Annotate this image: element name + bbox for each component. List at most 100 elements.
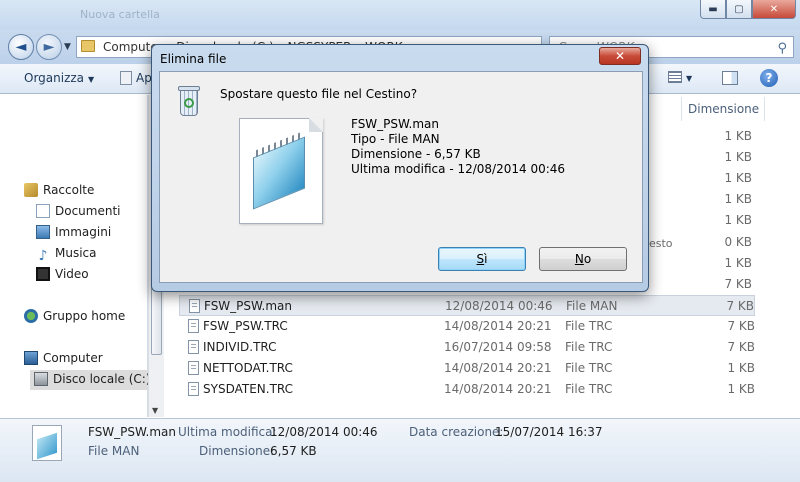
yes-label-rest: ì <box>484 252 488 266</box>
dialog-file-size: Dimensione - 6,57 KB <box>351 147 481 161</box>
file-size: 7 KB <box>727 340 755 354</box>
file-size-cell: 7 KB <box>724 277 752 291</box>
table-row[interactable]: FSW_PSW.man 12/08/2014 00:46 File MAN 7 … <box>179 295 755 316</box>
file-size-cell: 1 KB <box>724 256 752 270</box>
dialog-title: Elimina file <box>160 52 227 66</box>
documents-icon <box>36 204 50 218</box>
views-icon <box>668 71 682 83</box>
back-button[interactable]: ◄ <box>8 34 34 60</box>
no-mnemonic: N <box>574 252 584 266</box>
delete-file-dialog: Elimina file ✕ Spostare questo file nel … <box>151 44 649 292</box>
music-note-icon: ♪ <box>38 248 48 264</box>
file-type: File TRC <box>565 340 613 354</box>
file-size-cell: 0 KB <box>724 235 752 249</box>
yes-button[interactable]: Sì <box>438 247 526 271</box>
sidebar-item-label: Gruppo home <box>43 309 126 323</box>
file-size: 7 KB <box>726 299 754 313</box>
dialog-close-button[interactable]: ✕ <box>599 47 641 65</box>
file-icon <box>188 319 199 333</box>
dialog-body: Spostare questo file nel Cestino? FSW_PS… <box>159 71 643 283</box>
sidebar-item-libraries[interactable]: Raccolte <box>24 181 94 201</box>
file-size: 1 KB <box>727 361 755 375</box>
sidebar-item-documents[interactable]: Documenti <box>36 202 121 222</box>
file-name: FSW_PSW.TRC <box>203 319 288 333</box>
chevron-down-icon: ▼ <box>686 74 693 83</box>
recycle-bin-icon <box>178 84 200 118</box>
window-title: Nuova cartella <box>80 8 160 21</box>
file-size-cell: 1 KB <box>724 150 752 164</box>
file-size: 7 KB <box>727 319 755 333</box>
minimize-button[interactable]: ▬ <box>700 0 726 19</box>
file-icon <box>189 299 200 313</box>
video-icon <box>36 267 50 281</box>
file-icon <box>188 382 199 396</box>
notepad-file-icon <box>32 425 62 461</box>
sidebar-item-homegroup[interactable]: Gruppo home <box>24 307 125 327</box>
window-close-button[interactable]: ✕ <box>752 0 796 19</box>
details-file-name: FSW_PSW.man <box>88 425 176 439</box>
change-view-button[interactable]: ▼ <box>668 70 692 84</box>
file-date: 14/08/2014 20:21 <box>444 382 552 396</box>
maximize-button[interactable]: ▢ <box>726 0 752 19</box>
details-size-value: 6,57 KB <box>270 444 317 458</box>
sidebar-item-label: Documenti <box>55 204 121 218</box>
search-icon[interactable]: ⚲ <box>777 39 787 59</box>
window-controls: ▬ ▢ ✕ <box>700 0 796 19</box>
file-date: 14/08/2014 20:21 <box>444 319 552 333</box>
file-type: File TRC <box>565 382 613 396</box>
sidebar-item-label: Raccolte <box>43 183 95 197</box>
scroll-down-arrow-icon[interactable]: ▼ <box>152 406 158 415</box>
details-created-label: Data creazione: <box>409 425 504 439</box>
column-header-size[interactable]: Dimensione <box>681 97 765 121</box>
dialog-file-modified: Ultima modifica - 12/08/2014 00:46 <box>351 162 566 176</box>
details-file-type: File MAN <box>88 444 140 458</box>
images-icon <box>36 225 50 239</box>
file-size-cell: 1 KB <box>724 171 752 185</box>
open-button[interactable]: Ap <box>120 71 152 85</box>
table-row[interactable]: FSW_PSW.TRC 14/08/2014 20:21 File TRC 7 … <box>179 316 755 337</box>
details-created-value: 15/07/2014 16:37 <box>495 425 603 439</box>
sidebar-item-local-disk[interactable]: Disco locale (C:) <box>30 370 151 390</box>
file-icon <box>188 340 199 354</box>
file-size-cell: 1 KB <box>724 192 752 206</box>
sidebar-item-music[interactable]: ♪ Musica <box>36 244 97 264</box>
file-type-fragment: esto <box>649 237 673 250</box>
chevron-down-icon: ▼ <box>88 75 95 84</box>
table-row[interactable]: NETTODAT.TRC 14/08/2014 20:21 File TRC 1… <box>179 358 755 379</box>
open-label: Ap <box>136 71 152 85</box>
sidebar-item-images[interactable]: Immagini <box>36 223 111 243</box>
dialog-file-type: Tipo - File MAN <box>351 132 440 146</box>
file-name: NETTODAT.TRC <box>203 361 293 375</box>
sidebar-item-label: Musica <box>55 246 97 260</box>
file-type: File MAN <box>566 299 618 313</box>
sidebar-item-video[interactable]: Video <box>36 265 89 285</box>
file-name: FSW_PSW.man <box>204 299 292 313</box>
organize-label: Organizza <box>24 71 85 85</box>
file-date: 16/07/2014 09:58 <box>444 340 552 354</box>
notepad-file-icon <box>239 118 323 224</box>
file-icon <box>188 361 199 375</box>
help-button[interactable]: ? <box>760 69 778 87</box>
file-date: 12/08/2014 00:46 <box>445 299 553 313</box>
dialog-file-name: FSW_PSW.man <box>351 117 439 131</box>
file-name: SYSDATEN.TRC <box>203 382 294 396</box>
file-size-cell: 1 KB <box>724 129 752 143</box>
organize-button[interactable]: Organizza ▼ <box>24 71 94 85</box>
preview-pane-button[interactable] <box>722 71 738 85</box>
dialog-question: Spostare questo file nel Cestino? <box>220 87 418 101</box>
hard-disk-icon <box>34 372 48 386</box>
arrow-left-icon: ◄ <box>15 39 27 55</box>
table-row[interactable]: SYSDATEN.TRC 14/08/2014 20:21 File TRC 1… <box>179 379 755 400</box>
no-button[interactable]: No <box>539 247 627 271</box>
open-app-icon <box>120 71 132 85</box>
details-modified-label: Ultima modifica: <box>178 425 277 439</box>
recent-pages-chevron-icon[interactable]: ▼ <box>64 42 71 52</box>
forward-button[interactable]: ► <box>36 34 62 60</box>
computer-icon <box>24 351 38 365</box>
file-name: INDIVID.TRC <box>203 340 277 354</box>
sidebar-item-computer[interactable]: Computer <box>24 349 103 369</box>
file-date: 14/08/2014 20:21 <box>444 361 552 375</box>
file-type: File TRC <box>565 361 613 375</box>
table-row[interactable]: INDIVID.TRC 16/07/2014 09:58 File TRC 7 … <box>179 337 755 358</box>
sidebar-item-label: Computer <box>43 351 103 365</box>
